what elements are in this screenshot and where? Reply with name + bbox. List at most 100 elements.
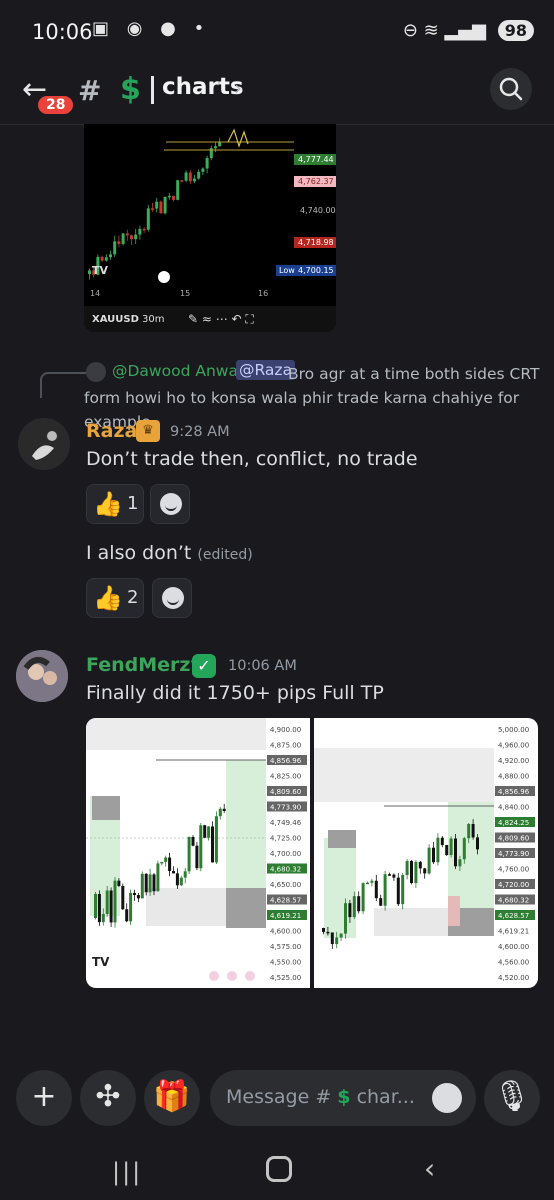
- price-label: 4,900.00: [270, 726, 301, 734]
- candle: [414, 861, 418, 884]
- candle: [370, 880, 374, 883]
- apps-icon[interactable]: ✣: [80, 1070, 136, 1126]
- candle: [214, 146, 217, 149]
- candle: [458, 859, 462, 867]
- candle: [113, 241, 117, 255]
- reply-connector: [40, 372, 86, 398]
- price-label: 4,840.00: [498, 804, 529, 812]
- thumbs-up-icon: 👍: [93, 490, 123, 518]
- price-label: 4,520.00: [498, 974, 529, 982]
- candle: [121, 233, 125, 244]
- candle: [151, 208, 154, 210]
- price-label: 4,880.00: [498, 773, 529, 781]
- username-raza[interactable]: Raza: [86, 420, 137, 442]
- message-timestamp: 10:06 AM: [228, 658, 297, 674]
- username-fendmerzy[interactable]: FendMerzy: [86, 654, 203, 676]
- candle: [164, 857, 168, 862]
- message-text: Finally did it 1750+ pips Full TP: [86, 682, 384, 704]
- candle: [203, 825, 207, 838]
- gift-icon[interactable]: 🎁: [144, 1070, 200, 1126]
- candle: [445, 845, 449, 856]
- reaction-thumbs-up[interactable]: 👍 1: [86, 484, 144, 524]
- candle: [201, 168, 205, 172]
- candlestick-chart: 5,000.00 4,960.00 4,920.00 4,880.00 4,856.96…: [314, 726, 535, 982]
- add-reaction-button[interactable]: [152, 578, 192, 618]
- avatar-raza[interactable]: [18, 418, 70, 470]
- candle: [322, 928, 325, 932]
- candle: [176, 180, 180, 200]
- candle: [156, 863, 160, 892]
- message-input[interactable]: Message # $ char...: [210, 1070, 476, 1126]
- candle: [155, 201, 159, 209]
- emoji-icon[interactable]: [432, 1083, 462, 1113]
- price-label: 4,628.57: [270, 897, 301, 905]
- price-label: 4,762.37: [298, 177, 334, 186]
- mic-icon[interactable]: 🎙: [484, 1070, 540, 1126]
- reaction-thumbs-up[interactable]: 👍 2: [86, 578, 144, 618]
- candle: [142, 228, 146, 231]
- candle: [163, 196, 167, 214]
- candle: [348, 903, 352, 918]
- unread-badge: 28: [36, 94, 76, 116]
- chart-attachment-left[interactable]: TV 4,900.00 4,875.00 4,856.96 4,825.00 4,809…: [86, 718, 310, 988]
- status-bar: 10:06 ▣ ◉ ● • ⊖ ≋ ▂▄▆ 98: [0, 0, 554, 64]
- chart-attachment-top[interactable]: 4,777.44 4,762.37 4,740.00 4,718.98 Low …: [84, 124, 336, 332]
- candle: [357, 896, 361, 912]
- candle: [88, 270, 91, 274]
- candle: [396, 877, 400, 905]
- placeholder-suffix: char...: [356, 1086, 415, 1108]
- system-icons: ⊖ ≋ ▂▄▆ 98: [403, 20, 534, 41]
- price-label: 4,560.00: [498, 959, 529, 967]
- price-label: 5,000.00: [498, 726, 529, 734]
- channel-header: ← 28 # $ charts ›: [0, 64, 554, 125]
- price-label: 4,628.57: [498, 912, 529, 920]
- candle: [388, 874, 391, 876]
- candle: [117, 880, 121, 886]
- candle: [125, 909, 129, 922]
- price-label: 4,856.96: [498, 788, 530, 796]
- back-icon[interactable]: ‹: [424, 1152, 435, 1185]
- candle: [175, 873, 179, 886]
- candle: [180, 180, 184, 182]
- candle: [187, 837, 191, 872]
- time-label: 15: [180, 289, 190, 298]
- candle: [179, 877, 183, 886]
- candle: [205, 158, 209, 169]
- candle: [199, 825, 203, 869]
- recent-apps-icon[interactable]: |||: [112, 1158, 142, 1186]
- candle: [476, 837, 479, 850]
- avatar-fendmerzy[interactable]: [16, 650, 68, 702]
- price-axis: 4,900.00 4,875.00 4,856.96 4,825.00 4,809.60…: [267, 726, 307, 982]
- plus-icon[interactable]: +: [16, 1070, 72, 1126]
- price-label: 4,809.60: [498, 835, 529, 843]
- candle: [148, 874, 152, 893]
- draw-tool-icon: ✎ ≈ ⋯ ↶ ⛶: [188, 312, 254, 326]
- price-label: 4,718.98: [298, 238, 334, 247]
- channel-divider: [151, 76, 154, 104]
- candle: [207, 826, 211, 838]
- signal-icon: ▂▄▆: [444, 20, 486, 41]
- chevron-right-icon[interactable]: ›: [234, 76, 242, 100]
- candle: [405, 861, 409, 876]
- candle: [383, 874, 387, 906]
- candle: [440, 837, 444, 846]
- reaction-count: 2: [127, 587, 139, 608]
- message-composer: + ✣ 🎁 Message # $ char... 🎙: [0, 1060, 554, 1142]
- status-time: 10:06: [32, 20, 93, 44]
- add-reaction-button[interactable]: [150, 484, 190, 524]
- price-label: 4,920.00: [498, 757, 529, 765]
- channel-title[interactable]: charts: [162, 74, 244, 100]
- search-button[interactable]: [490, 68, 532, 110]
- candle: [140, 873, 144, 899]
- candle: [172, 195, 175, 200]
- candle: [454, 838, 457, 867]
- price-label: 4,760.00: [498, 866, 529, 874]
- price-label: 4,856.96: [270, 757, 302, 765]
- chart-attachment-right[interactable]: 5,000.00 4,960.00 4,920.00 4,880.00 4,856.96…: [314, 718, 538, 988]
- price-label: 4,619.21: [270, 912, 301, 920]
- candle: [335, 937, 339, 945]
- home-icon[interactable]: [266, 1156, 292, 1182]
- price-label: 4,740.00: [300, 206, 336, 215]
- candle: [379, 898, 383, 906]
- candle: [392, 874, 396, 878]
